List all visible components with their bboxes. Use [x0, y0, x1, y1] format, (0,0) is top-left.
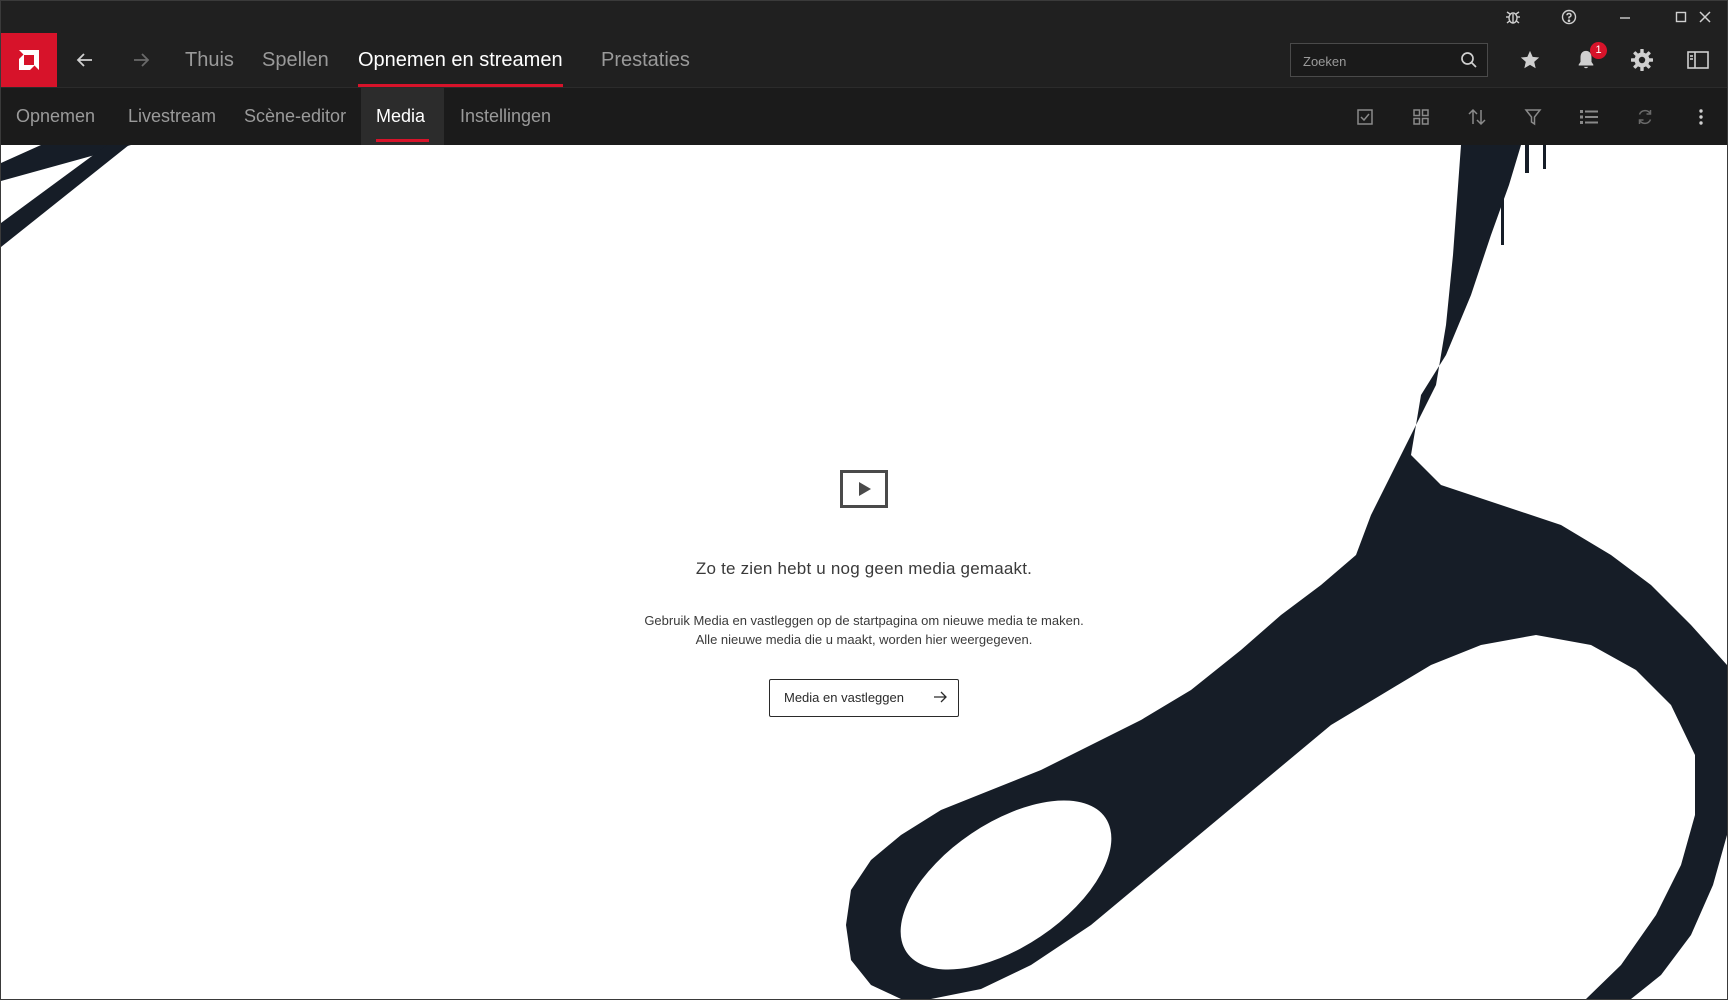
- star-icon: [1520, 50, 1540, 69]
- subtab-instellingen[interactable]: Instellingen: [445, 88, 566, 145]
- help-icon: [1561, 9, 1577, 25]
- select-button[interactable]: [1337, 88, 1393, 145]
- subtab-label: Instellingen: [460, 106, 552, 126]
- subtab-label: Livestream: [128, 106, 217, 126]
- search-input[interactable]: [1301, 44, 1455, 78]
- amd-logo-icon: [19, 50, 39, 70]
- media-capture-button[interactable]: Media en vastleggen: [769, 679, 959, 717]
- more-icon: [1699, 108, 1703, 125]
- tab-opnemen-en-streamen[interactable]: Opnemen en streamen: [358, 33, 563, 87]
- subtab-livestream[interactable]: Livestream: [113, 88, 231, 145]
- tab-spellen[interactable]: Spellen: [262, 33, 329, 87]
- subtab-opnemen[interactable]: Opnemen: [1, 88, 110, 145]
- arrow-right-icon: [934, 691, 947, 703]
- active-tab-indicator: [376, 139, 429, 142]
- subtab-label: Opnemen: [16, 106, 96, 126]
- bug-report-button[interactable]: [1485, 1, 1541, 33]
- media-capture-button-label: Media en vastleggen: [784, 690, 904, 705]
- refresh-icon: [1638, 109, 1652, 124]
- back-button[interactable]: [57, 33, 113, 87]
- sidebar-panel-icon: [1687, 51, 1709, 69]
- filter-button[interactable]: [1505, 88, 1561, 145]
- subtab-media[interactable]: Media: [361, 88, 444, 145]
- empty-state: Zo te zien hebt u nog geen media gemaakt…: [564, 470, 1164, 717]
- search-box: [1290, 43, 1488, 78]
- help-button[interactable]: [1541, 1, 1597, 33]
- more-options-button[interactable]: [1673, 88, 1727, 145]
- empty-state-desc-line-2: Alle nieuwe media die u maakt, worden hi…: [695, 632, 1033, 647]
- sub-navigation: Opnemen Livestream Scène-editor Media In…: [1, 87, 1727, 145]
- bug-icon: [1506, 11, 1520, 24]
- empty-state-title: Zo te zien hebt u nog geen media gemaakt…: [695, 559, 1033, 578]
- filter-icon: [1524, 108, 1542, 125]
- title-bar: [1, 1, 1727, 33]
- sort-button[interactable]: [1449, 88, 1505, 145]
- minimize-icon: [1620, 17, 1630, 19]
- forward-button[interactable]: [113, 33, 169, 87]
- list-view-button[interactable]: [1561, 88, 1617, 145]
- search-icon[interactable]: [1457, 48, 1481, 72]
- favorites-button[interactable]: [1502, 33, 1558, 87]
- minimize-button[interactable]: [1597, 1, 1653, 33]
- media-content-area: Zo te zien hebt u nog geen media gemaakt…: [1, 145, 1727, 999]
- subtab-scene-editor[interactable]: Scène-editor: [229, 88, 361, 145]
- empty-state-description: Gebruik Media en vastleggen op de startp…: [564, 611, 1164, 649]
- notifications-button[interactable]: 1: [1558, 33, 1614, 87]
- gear-icon: [1631, 49, 1653, 71]
- video-play-icon: [840, 470, 888, 508]
- refresh-button[interactable]: [1617, 88, 1673, 145]
- arrow-left-icon: [76, 53, 92, 67]
- grid-view-button[interactable]: [1393, 88, 1449, 145]
- select-icon: [1357, 108, 1373, 125]
- amd-software-app: Thuis Spellen Opnemen en streamen Presta…: [0, 0, 1728, 1000]
- sort-icon: [1468, 108, 1486, 125]
- close-button[interactable]: [1677, 1, 1727, 33]
- list-view-icon: [1580, 109, 1598, 124]
- amd-logo-button[interactable]: [1, 33, 57, 87]
- app-window: Thuis Spellen Opnemen en streamen Presta…: [0, 0, 1728, 1000]
- notification-badge: 1: [1590, 42, 1607, 59]
- sidebar-toggle-button[interactable]: [1670, 33, 1726, 87]
- settings-button[interactable]: [1614, 33, 1670, 87]
- main-navigation: Thuis Spellen Opnemen en streamen Presta…: [1, 33, 1727, 87]
- subtab-label: Scène-editor: [244, 106, 347, 126]
- tab-prestaties[interactable]: Prestaties: [601, 33, 690, 87]
- subtab-label: Media: [376, 106, 426, 126]
- close-icon: [1699, 11, 1711, 23]
- tab-thuis[interactable]: Thuis: [185, 33, 234, 87]
- grid-view-icon: [1413, 108, 1429, 125]
- empty-state-desc-line-1: Gebruik Media en vastleggen op de startp…: [644, 613, 1084, 628]
- arrow-right-icon: [134, 53, 150, 67]
